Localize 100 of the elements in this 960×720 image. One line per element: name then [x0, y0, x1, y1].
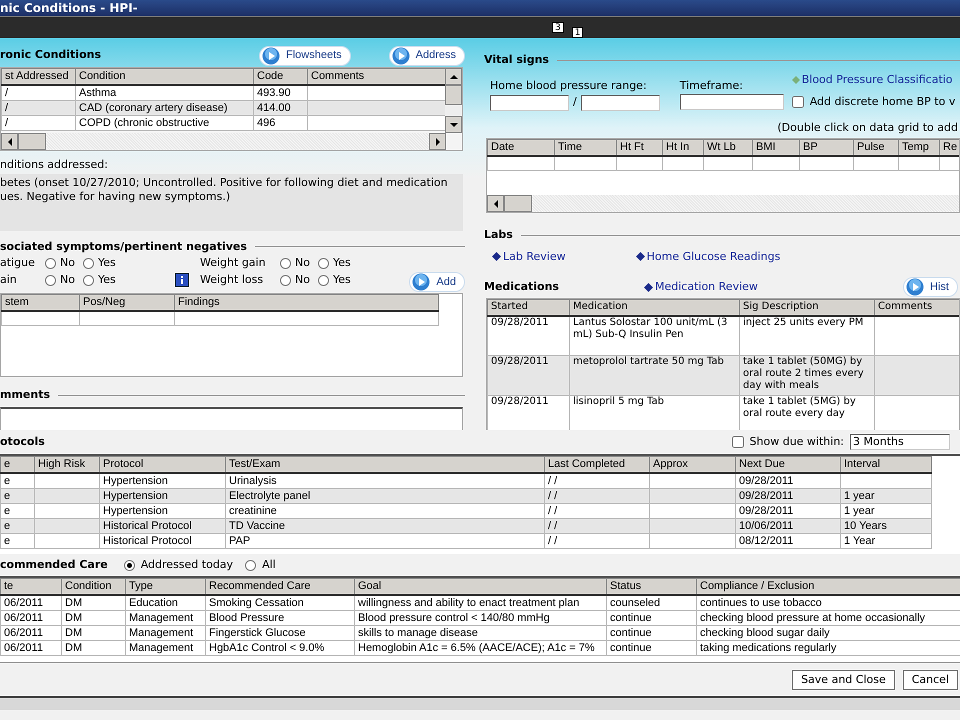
play-button[interactable]: Hist: [903, 277, 958, 297]
horizontal-scrollbar[interactable]: [487, 195, 959, 212]
symptom-label: atigue: [0, 254, 36, 271]
radio-label: Yes: [98, 254, 116, 271]
column-header[interactable]: Ht In: [662, 140, 704, 156]
play-icon: [412, 273, 430, 291]
table-cell: checking blood sugar daily: [696, 625, 960, 640]
column-header[interactable]: Next Due: [736, 456, 840, 472]
horizontal-scrollbar[interactable]: [1, 133, 446, 150]
info-icon[interactable]: [175, 272, 189, 287]
radio-label: No: [60, 272, 75, 288]
input-field[interactable]: 3 Months: [850, 434, 950, 450]
column-header[interactable]: BP: [800, 140, 854, 156]
table-cell: / /: [544, 488, 650, 503]
vertical-scrollbar[interactable]: [445, 68, 462, 133]
section-title: Medications: [484, 278, 560, 295]
section-title: sociated symptoms/pertinent negatives: [0, 238, 247, 254]
table-cell: 10/06/2011: [736, 518, 840, 533]
column-header[interactable]: Protocol: [100, 456, 226, 472]
classification-link[interactable]: Blood Pressure Classificatio: [792, 72, 956, 88]
column-header[interactable]: Findings: [174, 294, 438, 310]
column-header[interactable]: Ht Ft: [616, 140, 662, 156]
column-header[interactable]: st Addressed: [2, 68, 76, 84]
table-cell: 08/12/2011: [736, 533, 840, 548]
section-title: commended Care: [0, 556, 108, 573]
column-header[interactable]: Test/Exam: [226, 456, 544, 472]
column-header[interactable]: Date: [488, 140, 554, 156]
notes-field[interactable]: betes (onset 10/27/2010; Uncontrolled. Positive for following diet and medication ues. Negative for having new symptoms.): [0, 174, 463, 230]
table-cell: PAP: [226, 533, 544, 548]
play-button[interactable]: Address: [388, 46, 465, 66]
table-cell: creatinine: [226, 503, 544, 518]
radio-button[interactable]: [82, 274, 94, 286]
radio-label: All: [262, 556, 276, 573]
input-field[interactable]: [580, 94, 660, 110]
scroll-thumb[interactable]: [445, 85, 462, 105]
diamond-icon: [792, 76, 800, 84]
column-header[interactable]: BMI: [752, 140, 800, 156]
column-header[interactable]: Approx: [650, 456, 736, 472]
column-header[interactable]: Pulse: [854, 140, 898, 156]
scroll-thumb[interactable]: [18, 133, 46, 150]
column-header[interactable]: Condition: [62, 578, 126, 594]
medication-review-link[interactable]: Medication Review: [644, 278, 758, 296]
column-header[interactable]: Wt Lb: [704, 140, 752, 156]
table-cell: Blood pressure control < 140/80 mmHg: [354, 610, 606, 625]
play-button[interactable]: Flowsheets: [259, 46, 351, 66]
scroll-left-icon: [8, 138, 12, 146]
column-header[interactable]: Compliance / Exclusion: [696, 578, 960, 594]
radio-button[interactable]: [245, 560, 256, 570]
column-header[interactable]: Time: [554, 140, 616, 156]
column-header[interactable]: Type: [126, 578, 206, 594]
window-title: nic Conditions - HPI-: [0, 0, 960, 16]
radio-button[interactable]: [280, 258, 291, 268]
input-field[interactable]: [490, 94, 569, 110]
radio-button[interactable]: [280, 274, 291, 286]
scroll-thumb[interactable]: [504, 195, 532, 212]
table-cell: Management: [126, 625, 206, 640]
column-header[interactable]: Recommended Care: [206, 578, 354, 594]
lab-link[interactable]: Home Glucose Readings: [636, 248, 780, 265]
radio-button[interactable]: [124, 560, 135, 570]
dialog-button[interactable]: Save and Close: [792, 670, 895, 690]
play-button[interactable]: Add: [409, 272, 465, 292]
column-header[interactable]: Code: [254, 68, 308, 84]
radio-label: Yes: [98, 272, 116, 288]
table-cell: 10 Years: [840, 518, 932, 533]
count-badge: 3: [552, 22, 564, 33]
checkbox-label: Add discrete home BP to v: [810, 94, 956, 110]
column-header[interactable]: te: [0, 578, 62, 594]
radio-button[interactable]: [45, 274, 56, 286]
column-header[interactable]: Interval: [840, 456, 932, 472]
column-header[interactable]: Comments: [308, 68, 445, 84]
table-cell: checking blood pressure at home occasionally: [696, 610, 960, 625]
column-header[interactable]: stem: [2, 294, 80, 310]
column-header[interactable]: Comments: [874, 300, 959, 316]
column-header[interactable]: Sig Description: [740, 300, 874, 316]
symptom-label: Weight gain: [200, 254, 267, 271]
column-header[interactable]: Temp: [898, 140, 940, 156]
column-header[interactable]: Goal: [354, 578, 606, 594]
checkbox[interactable]: [792, 96, 804, 108]
radio-button[interactable]: [45, 258, 56, 268]
radio-button[interactable]: [318, 258, 329, 268]
column-header[interactable]: Pos/Neg: [80, 294, 174, 310]
lab-link[interactable]: Lab Review: [492, 248, 566, 265]
column-header[interactable]: High Risk: [34, 456, 100, 472]
table-cell: e: [0, 503, 34, 518]
section-title: mments: [0, 387, 50, 403]
checkbox[interactable]: [732, 436, 744, 448]
diamond-icon: [644, 282, 653, 292]
comments-field[interactable]: [0, 406, 463, 430]
column-header[interactable]: Last Completed: [544, 456, 650, 472]
column-header[interactable]: Status: [606, 578, 696, 594]
column-header[interactable]: e: [0, 456, 34, 472]
input-field[interactable]: [680, 94, 784, 110]
column-header[interactable]: Re: [940, 140, 959, 156]
separator-text: /: [573, 94, 577, 110]
column-header[interactable]: Started: [488, 300, 570, 316]
radio-button[interactable]: [82, 258, 94, 268]
dialog-button[interactable]: Cancel: [902, 670, 958, 690]
column-header[interactable]: Condition: [76, 68, 254, 84]
radio-button[interactable]: [318, 274, 329, 286]
column-header[interactable]: Medication: [570, 300, 740, 316]
